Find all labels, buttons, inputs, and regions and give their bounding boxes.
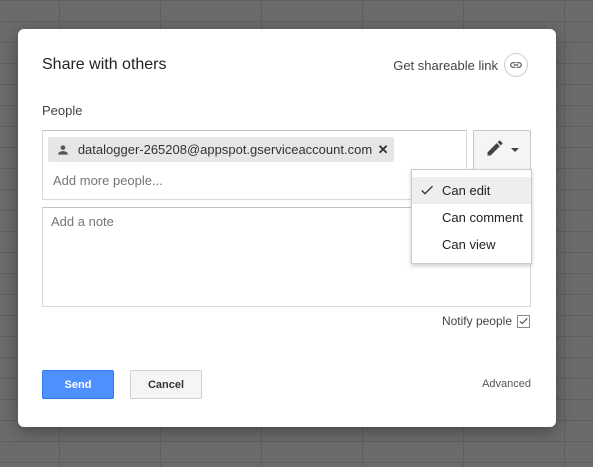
notify-people-label: Notify people (441, 314, 512, 328)
recipient-email: datalogger-265208@appspot.gserviceaccoun… (77, 142, 373, 157)
advanced-link[interactable]: Advanced (482, 378, 531, 390)
pencil-icon (485, 138, 505, 163)
close-icon[interactable]: ✕ (372, 142, 394, 158)
people-label: People (42, 103, 83, 118)
menu-item-label: Can comment (442, 210, 523, 225)
link-icon (504, 53, 528, 77)
dialog-title: Share with others (42, 56, 167, 73)
notify-people-checkbox[interactable] (517, 314, 530, 328)
recipient-chip: datalogger-265208@appspot.gserviceaccoun… (48, 137, 394, 162)
permission-dropdown-button[interactable] (473, 130, 531, 170)
shareable-link-label: Get shareable link (393, 57, 498, 73)
menu-item-label: Can edit (442, 183, 491, 198)
get-shareable-link-button[interactable]: Get shareable link (393, 53, 528, 77)
notify-people-row: Notify people (442, 314, 530, 328)
person-icon (48, 143, 74, 157)
permission-menu: Can edit Can comment Can view (411, 169, 532, 264)
menu-item-can-edit[interactable]: Can edit (412, 177, 531, 204)
add-more-people-input[interactable] (53, 173, 353, 188)
check-icon (419, 182, 435, 201)
share-dialog: Share with others Get shareable link Peo… (18, 29, 556, 427)
menu-item-label: Can view (442, 237, 496, 252)
people-input-box[interactable]: datalogger-265208@appspot.gserviceaccoun… (42, 130, 467, 200)
menu-item-can-comment[interactable]: Can comment (412, 204, 531, 231)
send-button[interactable]: Send (42, 370, 114, 399)
menu-item-can-view[interactable]: Can view (412, 231, 531, 258)
cancel-button[interactable]: Cancel (130, 370, 202, 399)
chevron-down-icon (511, 148, 519, 152)
